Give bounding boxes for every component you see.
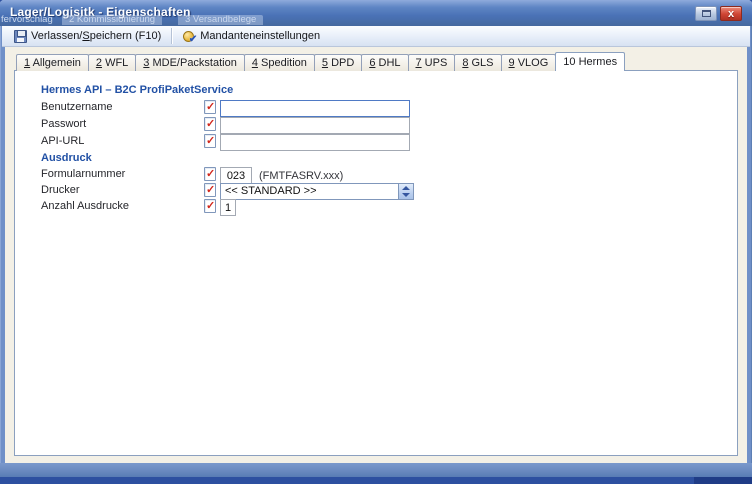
maximize-icon <box>702 10 711 17</box>
benutzername-input[interactable] <box>220 100 410 117</box>
mandanten-label: Mandanteneinstellungen <box>200 30 320 42</box>
toolbar-separator <box>171 28 172 44</box>
section-header-hermes-api: Hermes API – B2C ProfiPaketService <box>41 84 233 96</box>
drucker-select[interactable]: << STANDARD >> <box>220 183 414 200</box>
required-check-api-url[interactable] <box>204 134 216 148</box>
mandanten-icon <box>182 30 196 43</box>
title-bar: Lager/Logisitk - Eigenschaften fervorsch… <box>0 0 752 26</box>
tab-strip: 1 Allgemein 2 WFL 3 MDE/Packstation 4 Sp… <box>16 53 624 71</box>
mandanten-settings-button[interactable]: Mandanteneinstellungen <box>176 27 326 45</box>
anzahl-ausdrucke-input[interactable] <box>220 199 236 216</box>
formularnummer-input[interactable] <box>220 167 252 184</box>
drucker-dropdown-button[interactable] <box>398 184 413 199</box>
passwort-input[interactable] <box>220 117 410 134</box>
required-check-drucker[interactable] <box>204 183 216 197</box>
dialog-client-area: 1 Allgemein 2 WFL 3 MDE/Packstation 4 Sp… <box>5 47 747 463</box>
maximize-button[interactable] <box>695 6 717 21</box>
required-check-anzahl[interactable] <box>204 199 216 213</box>
api-url-input[interactable] <box>220 134 410 151</box>
tab-gls[interactable]: 8 GLS <box>454 54 501 71</box>
tab-dhl[interactable]: 6 DHL <box>361 54 408 71</box>
tab-spedition[interactable]: 4 Spedition <box>244 54 315 71</box>
tab-wfl[interactable]: 2 WFL <box>88 54 136 71</box>
chevron-down-icon <box>402 193 410 197</box>
tab-mde-packstation[interactable]: 3 MDE/Packstation <box>135 54 245 71</box>
required-check-benutzername[interactable] <box>204 100 216 114</box>
label-api-url: API-URL <box>41 134 84 149</box>
save-exit-button[interactable]: Verlassen/Speichern (F10) <box>8 27 167 45</box>
desktop-background-strip <box>0 477 752 484</box>
tab-ups[interactable]: 7 UPS <box>408 54 456 71</box>
save-icon <box>14 30 27 43</box>
close-icon: x <box>721 7 741 20</box>
window-title: Lager/Logisitk - Eigenschaften <box>10 5 191 19</box>
required-check-passwort[interactable] <box>204 117 216 131</box>
drucker-selected-value: << STANDARD >> <box>225 185 317 197</box>
label-anzahl-ausdrucke: Anzahl Ausdrucke <box>41 199 129 214</box>
tab-hermes[interactable]: 10 Hermes <box>555 52 625 71</box>
label-formularnummer: Formularnummer <box>41 167 125 182</box>
label-drucker: Drucker <box>41 183 80 198</box>
toolbar: Verlassen/Speichern (F10) Mandanteneinst… <box>2 26 750 47</box>
label-benutzername: Benutzername <box>41 100 113 115</box>
tab-vlog[interactable]: 9 VLOG <box>501 54 557 71</box>
chevron-up-icon <box>402 186 410 190</box>
dialog-window: Lager/Logisitk - Eigenschaften fervorsch… <box>0 0 752 477</box>
background-corner <box>694 477 752 484</box>
section-header-ausdruck: Ausdruck <box>41 152 92 164</box>
tab-allgemein[interactable]: 1 Allgemein <box>16 54 89 71</box>
close-button[interactable]: x <box>720 6 742 21</box>
label-passwort: Passwort <box>41 117 86 132</box>
tab-dpd[interactable]: 5 DPD <box>314 54 362 71</box>
required-check-formularnummer[interactable] <box>204 167 216 181</box>
window-bottom-frame <box>0 463 752 477</box>
formularnummer-hint: (FMTFASRV.xxx) <box>259 170 343 182</box>
save-exit-label: Verlassen/Speichern (F10) <box>31 30 161 42</box>
tab-page-hermes: Hermes API – B2C ProfiPaketService Benut… <box>14 70 738 456</box>
